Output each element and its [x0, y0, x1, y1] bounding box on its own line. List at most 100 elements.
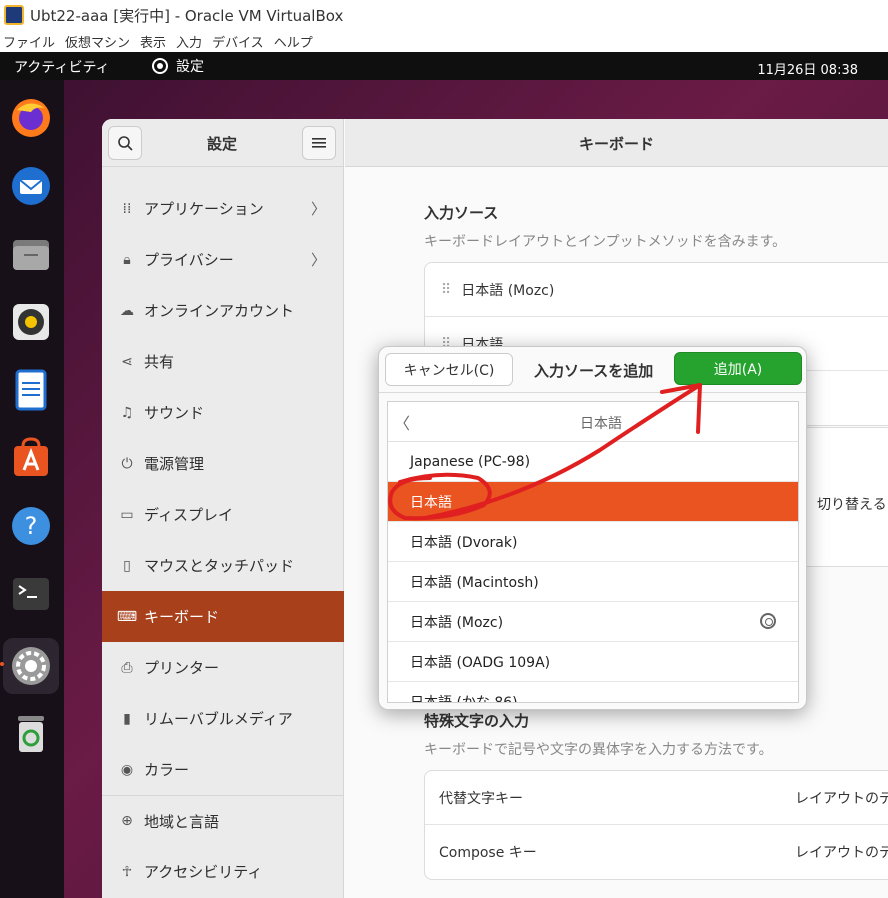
app-menu[interactable]: 設定 [152, 56, 204, 76]
firefox-icon[interactable] [7, 94, 55, 142]
list-item[interactable]: Japanese (PC-98) [388, 442, 798, 482]
chevron-right-icon: 〉 [310, 251, 326, 269]
running-indicator [0, 662, 4, 666]
sidebar-item-label: リムーバブルメディア [144, 710, 293, 728]
vbox-menubar: ファイル 仮想マシン 表示 入力 デバイス ヘルプ [0, 30, 888, 52]
app-menu-label: 設定 [176, 59, 204, 75]
files-icon[interactable] [7, 230, 55, 278]
search-icon [118, 136, 133, 151]
sidebar-list: ⁞⁞ アプリケーション〉 🔒︎ プライバシー〉 ☁ オンラインアカウント ⋖ 共有 ♫ サ… [102, 183, 344, 897]
input-sources-heading: 入力ソース [424, 204, 499, 222]
list-item[interactable]: 日本語 (かな 86) [388, 682, 798, 703]
sidebar-item-label: オンラインアカウント [144, 302, 295, 320]
window-titlebar: Ubt22-aaa [実行中] - Oracle VM VirtualBox [0, 0, 888, 30]
usb-icon: ▮ [123, 710, 131, 727]
mouse-icon: ▯ [123, 557, 131, 574]
back-row[interactable]: 〈 日本語 [388, 402, 798, 442]
gnome-topbar: アクティビティ 設定 11月26日 08:38 [0, 52, 888, 80]
menu-input[interactable]: 入力 [176, 32, 202, 51]
menu-file[interactable]: ファイル [3, 32, 55, 51]
thunderbird-icon[interactable] [7, 162, 55, 210]
trash-icon[interactable] [7, 710, 55, 758]
sidebar-item-label: サウンド [144, 404, 205, 422]
clock[interactable]: 11月26日 08:38 [757, 59, 858, 78]
search-button[interactable] [108, 126, 142, 160]
music-note-icon: ♫ [120, 404, 134, 421]
cancel-button[interactable]: キャンセル(C) [385, 353, 513, 386]
sidebar-item-mouse[interactable]: ▯ マウスとタッチパッド [102, 540, 344, 591]
list-item-selected[interactable]: 日本語 [388, 482, 798, 522]
sidebar-item-display[interactable]: ▭ ディスプレイ [102, 489, 344, 540]
compose-key-row[interactable]: Compose キー レイアウトのデ [425, 825, 888, 879]
input-source-list: 〈 日本語 Japanese (PC-98) 日本語 日本語 (Dvorak) … [387, 401, 799, 703]
accessibility-icon: ☥ [121, 863, 133, 880]
sidebar-item-label: ディスプレイ [144, 506, 233, 524]
sidebar-item-label: 地域と言語 [144, 812, 220, 831]
menu-help[interactable]: ヘルプ [274, 32, 313, 51]
terminal-icon[interactable] [7, 570, 55, 618]
menu-machine[interactable]: 仮想マシン [65, 32, 130, 51]
cloud-icon: ☁ [120, 302, 134, 319]
panel-title: キーボード [345, 119, 888, 167]
dock: ? [0, 80, 64, 898]
sidebar-item-sharing[interactable]: ⋖ 共有 [102, 336, 344, 387]
sidebar-item-keyboard[interactable]: ⌨ キーボード [102, 591, 344, 642]
alternate-chars-row[interactable]: 代替文字キー レイアウトのデ [425, 771, 888, 825]
sidebar-item-printers[interactable]: ⎙ プリンター [102, 642, 344, 693]
color-icon: ◉ [120, 761, 134, 778]
menu-view[interactable]: 表示 [140, 32, 166, 51]
list-item-label: 日本語 (Mozc) [410, 614, 504, 631]
activities-button[interactable]: アクティビティ [14, 57, 110, 77]
chevron-right-icon: 〉 [310, 200, 326, 218]
list-item[interactable]: 日本語 (OADG 109A) [388, 642, 798, 682]
settings-icon[interactable] [3, 638, 59, 694]
sidebar-item-color[interactable]: ◉ カラー [102, 744, 344, 795]
share-icon: ⋖ [121, 353, 133, 370]
apps-icon: ⁞⁞ [122, 200, 132, 217]
app-center-icon[interactable] [7, 434, 55, 482]
rhythmbox-icon[interactable] [7, 298, 55, 346]
display-icon: ▭ [120, 506, 134, 523]
sidebar-header: 設定 [102, 119, 343, 167]
sidebar-item-label: アプリケーション [144, 200, 264, 218]
power-icon: ⏻ [121, 455, 133, 472]
sidebar-item-accessibility[interactable]: ☥ アクセシビリティ [102, 846, 344, 897]
sidebar-item-sound[interactable]: ♫ サウンド [102, 387, 344, 438]
sidebar-item-label: カラー [144, 761, 190, 779]
special-chars-subtitle: キーボードで記号や文字の異体字を入力する方法です。 [424, 742, 773, 758]
sidebar-item-removable-media[interactable]: ▮ リムーバブルメディア [102, 693, 344, 744]
drag-handle-icon[interactable]: ⠿ [441, 282, 451, 298]
dialog-header: キャンセル(C) 入力ソースを追加 追加(A) [379, 347, 806, 393]
input-source-row[interactable]: ⠿ 日本語 (Mozc) [425, 263, 888, 317]
chevron-left-icon: 〈 [394, 414, 411, 433]
help-icon[interactable]: ? [7, 502, 55, 550]
settings-gear-icon[interactable] [760, 613, 776, 629]
hamburger-icon [312, 138, 326, 148]
sidebar-item-label: 電源管理 [144, 455, 205, 473]
sidebar-item-label: キーボード [144, 608, 220, 626]
input-sources-subtitle: キーボードレイアウトとインプットメソッドを含みます。 [424, 234, 787, 250]
menu-button[interactable] [302, 126, 336, 160]
gear-icon [152, 58, 168, 74]
keyboard-icon: ⌨ [116, 608, 138, 625]
sidebar-item-online-accounts[interactable]: ☁ オンラインアカウント [102, 285, 344, 336]
menu-devices[interactable]: デバイス [212, 32, 264, 51]
sidebar-item-privacy[interactable]: 🔒︎ プライバシー 〉 [102, 234, 344, 285]
row-value: レイアウトのデ [795, 845, 888, 861]
virtualbox-icon [4, 5, 24, 25]
special-chars-list: 代替文字キー レイアウトのデ Compose キー レイアウトのデ [424, 770, 888, 880]
sidebar-item-region[interactable]: ⊕ 地域と言語 [102, 795, 344, 846]
list-item[interactable]: 日本語 (Macintosh) [388, 562, 798, 602]
sidebar-item-power[interactable]: ⏻ 電源管理 [102, 438, 344, 489]
add-input-source-dialog: キャンセル(C) 入力ソースを追加 追加(A) 〈 日本語 Japanese (… [378, 346, 807, 710]
list-item[interactable]: 日本語 (Dvorak) [388, 522, 798, 562]
sidebar-item-label: プライバシー [144, 251, 234, 269]
row-value: レイアウトのデ [795, 790, 888, 807]
switch-hint: 切り替える [817, 497, 887, 513]
window-title: Ubt22-aaa [実行中] - Oracle VM VirtualBox [30, 6, 344, 25]
list-item-mozc[interactable]: 日本語 (Mozc) [388, 602, 798, 642]
libreoffice-writer-icon[interactable] [7, 366, 55, 414]
add-button[interactable]: 追加(A) [674, 352, 802, 385]
sidebar-item-label: 共有 [144, 353, 175, 371]
sidebar-item-applications[interactable]: ⁞⁞ アプリケーション 〉 [102, 183, 344, 234]
